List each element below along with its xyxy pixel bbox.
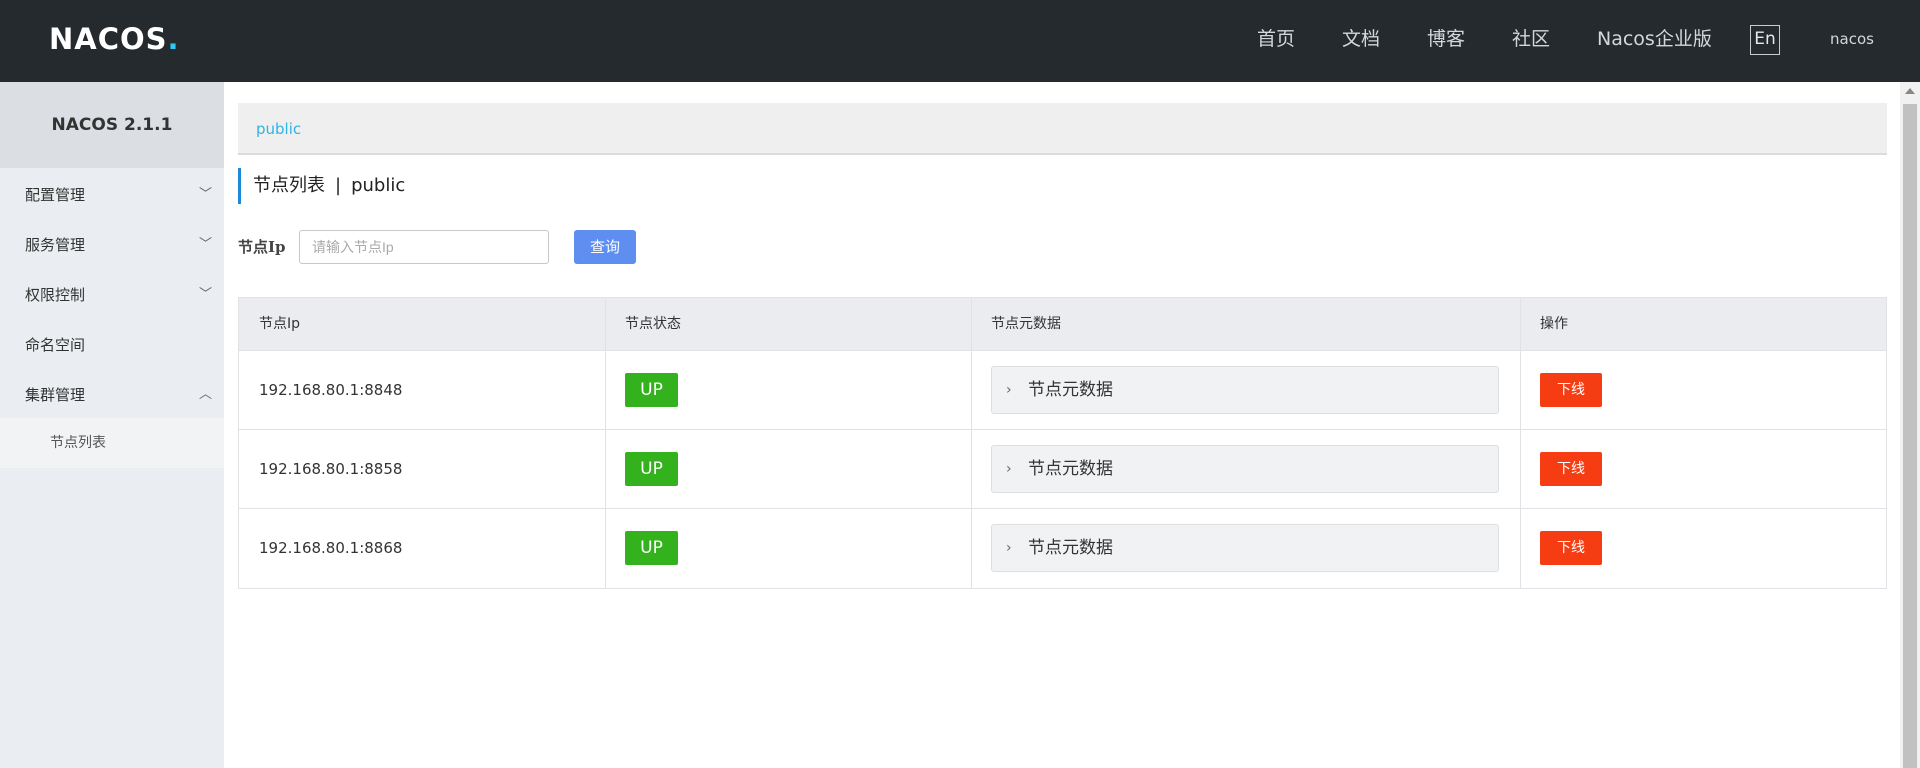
sidebar-item-label: 集群管理 [25,386,86,404]
table-header: 节点Ip 节点状态 节点元数据 操作 [239,298,1886,351]
column-header-node-metadata: 节点元数据 [991,316,1061,332]
nav-docs[interactable]: 文档 [1342,0,1380,82]
sidebar-subitem-node-list[interactable]: 节点列表 [0,418,224,468]
top-header: NACOS. 首页 文档 博客 社区 Nacos企业版 En nacos [0,0,1920,82]
page-title-separator: | [335,175,342,196]
node-ip-cell: 192.168.80.1:8858 [259,460,403,478]
sidebar-item-config[interactable]: 配置管理 ﹀ [0,170,224,220]
scrollbar-thumb[interactable] [1903,104,1917,768]
node-ip-cell: 192.168.80.1:8848 [259,381,403,399]
offline-button[interactable]: 下线 [1540,531,1602,565]
sidebar-item-cluster[interactable]: 集群管理 ︿ [0,370,224,420]
username[interactable]: nacos [1830,0,1874,78]
table-row: 192.168.80.1:8848 UP › 节点元数据 下线 [239,351,1886,430]
chevron-down-icon: ﹀ [198,187,212,202]
query-button[interactable]: 查询 [574,230,636,264]
column-header-actions: 操作 [1540,316,1568,332]
nav-community[interactable]: 社区 [1512,0,1550,82]
metadata-collapse[interactable]: › 节点元数据 [991,445,1499,493]
offline-button[interactable]: 下线 [1540,452,1602,486]
chevron-right-icon: › [1006,382,1012,398]
chevron-down-icon: ﹀ [198,237,212,252]
metadata-collapse[interactable]: › 节点元数据 [991,524,1499,572]
nav-home[interactable]: 首页 [1257,0,1295,82]
sidebar-item-namespace[interactable]: 命名空间 [0,320,224,370]
chevron-right-icon: › [1006,540,1012,556]
chevron-down-icon: ﹀ [198,287,212,302]
sidebar-item-auth[interactable]: 权限控制 ﹀ [0,270,224,320]
sidebar-item-label: 服务管理 [25,236,86,254]
table-row: 192.168.80.1:8868 UP › 节点元数据 下线 [239,509,1886,588]
logo-text: NACOS [49,22,168,56]
status-badge: UP [625,531,678,565]
status-badge: UP [625,452,678,486]
chevron-right-icon: › [1006,461,1012,477]
sidebar: NACOS 2.1.1 配置管理 ﹀ 服务管理 ﹀ 权限控制 ﹀ 命名空间 集群… [0,82,224,768]
sidebar-item-label: 权限控制 [25,286,86,304]
node-ip-cell: 192.168.80.1:8868 [259,539,403,557]
nav-blog[interactable]: 博客 [1427,0,1465,82]
offline-button[interactable]: 下线 [1540,373,1602,407]
page-title-text: 节点列表 [253,175,325,196]
page-title: 节点列表 | public [238,168,405,204]
namespace-link-public[interactable]: public [256,103,301,155]
sidebar-item-label: 配置管理 [25,186,86,204]
metadata-label: 节点元数据 [1028,459,1113,479]
language-toggle-button[interactable]: En [1750,25,1780,55]
table-row: 192.168.80.1:8858 UP › 节点元数据 下线 [239,430,1886,509]
metadata-label: 节点元数据 [1028,538,1113,558]
node-ip-input[interactable] [299,230,549,264]
nacos-logo[interactable]: NACOS. [49,22,180,56]
nav-enterprise[interactable]: Nacos企业版 [1597,0,1712,82]
namespace-bar: public [238,103,1887,155]
status-badge: UP [625,373,678,407]
metadata-label: 节点元数据 [1028,380,1113,400]
column-header-node-status: 节点状态 [625,316,681,332]
scroll-up-arrow-icon[interactable] [1905,88,1915,94]
node-ip-filter-label: 节点Ip [238,238,286,256]
metadata-collapse[interactable]: › 节点元数据 [991,366,1499,414]
page-title-namespace: public [351,175,406,196]
chevron-up-icon: ︿ [198,387,212,402]
node-table: 节点Ip 节点状态 节点元数据 操作 192.168.80.1:8848 UP … [238,297,1887,589]
sidebar-title: NACOS 2.1.1 [0,82,224,168]
logo-dot: . [167,22,180,56]
vertical-scrollbar[interactable] [1900,82,1920,768]
column-header-node-ip: 节点Ip [259,316,301,332]
sidebar-item-label: 命名空间 [25,336,86,354]
sidebar-item-service[interactable]: 服务管理 ﹀ [0,220,224,270]
